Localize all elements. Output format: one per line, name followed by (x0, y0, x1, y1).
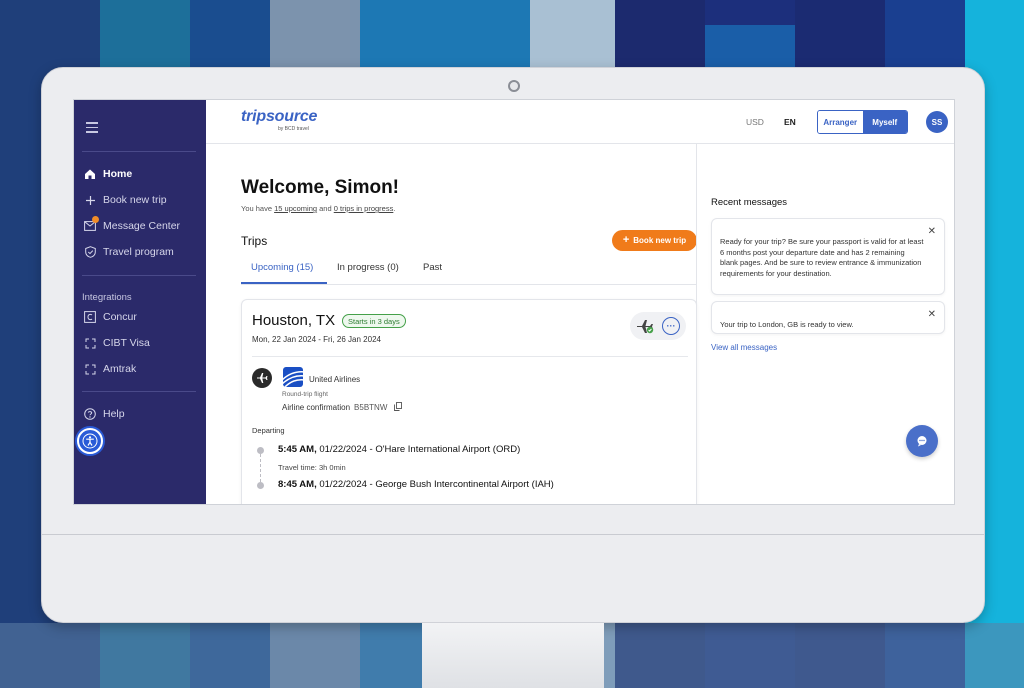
active-tab-indicator (241, 282, 327, 284)
tab-in-progress[interactable]: In progress (0) (337, 262, 399, 273)
message-text: Ready for your trip? Be sure your passpo… (720, 237, 924, 278)
sidebar-divider (82, 275, 196, 276)
page-title: Welcome, Simon! (241, 177, 400, 198)
sidebar-item-cibt-visa[interactable]: CIBT Visa (84, 335, 150, 351)
arrival-details: 01/22/2024 - George Bush Intercontinenta… (316, 479, 554, 490)
sidebar-item-label: Concur (103, 311, 137, 323)
sidebar: Home Book new trip Message Center Travel… (74, 100, 206, 504)
sidebar-item-label: Book new trip (103, 194, 167, 206)
arrival-time: 8:45 AM, (278, 479, 317, 490)
summary-text: You have (241, 204, 275, 213)
shield-icon (84, 246, 96, 258)
sidebar-item-label: Amtrak (103, 363, 137, 375)
currency-selector[interactable]: USD (746, 117, 764, 127)
bcd-travel-logo: by BCD travel (278, 126, 309, 132)
sidebar-item-book-new-trip[interactable]: Book new trip (84, 192, 167, 208)
travel-time: Travel time: 3h 0min (278, 463, 346, 472)
book-button-label: Book new trip (633, 236, 687, 245)
expand-icon (84, 337, 96, 349)
mail-icon (84, 216, 99, 232)
upcoming-link[interactable]: 15 upcoming (274, 204, 317, 213)
united-airlines-logo (283, 367, 303, 387)
webcam-icon (508, 80, 520, 92)
role-toggle: Arranger Myself (817, 110, 908, 134)
timeline-dot (257, 482, 264, 489)
confirmation-code: B5BTNW (354, 403, 388, 412)
sidebar-divider (82, 151, 196, 152)
book-new-trip-button[interactable]: + Book new trip (612, 230, 697, 251)
panel-divider (696, 144, 697, 504)
confirmation-label: Airline confirmation (282, 403, 351, 412)
departure-time: 5:45 AM, (278, 444, 317, 455)
flight-confirmed-icon (637, 320, 654, 334)
in-progress-link[interactable]: 0 trips in progress (334, 204, 394, 213)
close-icon[interactable]: ✕ (928, 309, 936, 320)
trip-card[interactable]: Houston, TX Starts in 3 days Mon, 22 Jan… (241, 299, 697, 504)
hamburger-icon[interactable] (86, 122, 98, 133)
monitor-chin-divider (42, 534, 984, 535)
more-options-icon[interactable]: ··· (662, 317, 680, 335)
user-avatar[interactable]: SS (926, 111, 948, 133)
integrations-heading: Integrations (82, 292, 132, 303)
accessibility-icon (82, 433, 98, 449)
tripsource-logo[interactable]: tripsource (241, 108, 317, 126)
top-header: tripsource by BCD travel USD EN Arranger… (206, 100, 954, 144)
monitor-stand (422, 623, 604, 688)
sidebar-item-concur[interactable]: Concur (84, 309, 137, 325)
sidebar-item-home[interactable]: Home (84, 166, 132, 182)
sidebar-divider (82, 391, 196, 392)
myself-toggle-button[interactable]: Myself (862, 111, 907, 133)
tab-upcoming[interactable]: Upcoming (15) (251, 262, 313, 273)
summary-text: and (317, 204, 334, 213)
sidebar-item-travel-program[interactable]: Travel program (84, 244, 174, 260)
status-badge: Starts in 3 days (342, 314, 406, 328)
sidebar-item-amtrak[interactable]: Amtrak (84, 361, 136, 377)
home-icon (84, 168, 96, 180)
arrival-stop: 8:45 AM, 01/22/2024 - George Bush Interc… (278, 479, 554, 490)
plus-icon: + (622, 234, 630, 246)
airline-confirmation: Airline confirmation B5BTNW (282, 402, 402, 412)
trips-heading: Trips (241, 234, 268, 248)
accessibility-button[interactable] (77, 428, 103, 454)
flight-type: Round-trip flight (282, 391, 328, 398)
sidebar-item-help[interactable]: Help (84, 406, 125, 422)
trip-dates: Mon, 22 Jan 2024 - Fri, 26 Jan 2024 (252, 335, 381, 344)
concur-icon (84, 311, 96, 323)
sidebar-item-message-center[interactable]: Message Center (84, 216, 181, 234)
tabs-divider (241, 284, 697, 285)
recent-messages-heading: Recent messages (711, 197, 788, 208)
summary-text: . (393, 204, 396, 213)
timeline-dot (257, 447, 264, 454)
expand-icon (84, 363, 96, 375)
copy-icon[interactable] (393, 402, 402, 411)
airline-name: United Airlines (309, 375, 361, 384)
trip-destination: Houston, TX (252, 312, 336, 329)
help-icon (84, 408, 96, 420)
tab-past[interactable]: Past (423, 262, 442, 273)
app-screen: Home Book new trip Message Center Travel… (73, 99, 955, 505)
chat-icon (917, 436, 927, 447)
departure-details: 01/22/2024 - O'Hare International Airpor… (316, 444, 521, 455)
language-selector[interactable]: EN (784, 117, 796, 127)
timeline-line (260, 454, 261, 482)
message-card[interactable]: Your trip to London, GB is ready to view… (711, 301, 945, 334)
message-text: Your trip to London, GB is ready to view… (720, 320, 854, 329)
sidebar-item-label: Message Center (103, 220, 181, 232)
chat-button[interactable] (906, 425, 938, 457)
departure-stop: 5:45 AM, 01/22/2024 - O'Hare Internation… (278, 444, 520, 455)
view-all-messages-link[interactable]: View all messages (711, 343, 777, 352)
card-divider (252, 356, 688, 357)
sidebar-item-label: Travel program (103, 246, 174, 258)
plus-icon (84, 194, 96, 206)
sidebar-item-label: CIBT Visa (103, 337, 150, 349)
flight-icon (252, 368, 272, 388)
trip-summary: You have 15 upcoming and 0 trips in prog… (241, 204, 395, 213)
message-card[interactable]: Ready for your trip? Be sure your passpo… (711, 218, 945, 295)
sidebar-item-label: Help (103, 408, 125, 420)
close-icon[interactable]: ✕ (928, 226, 936, 237)
notification-badge (92, 216, 99, 223)
arranger-toggle-button[interactable]: Arranger (818, 111, 863, 133)
sidebar-item-label: Home (103, 168, 133, 180)
departing-label: Departing (252, 426, 285, 435)
